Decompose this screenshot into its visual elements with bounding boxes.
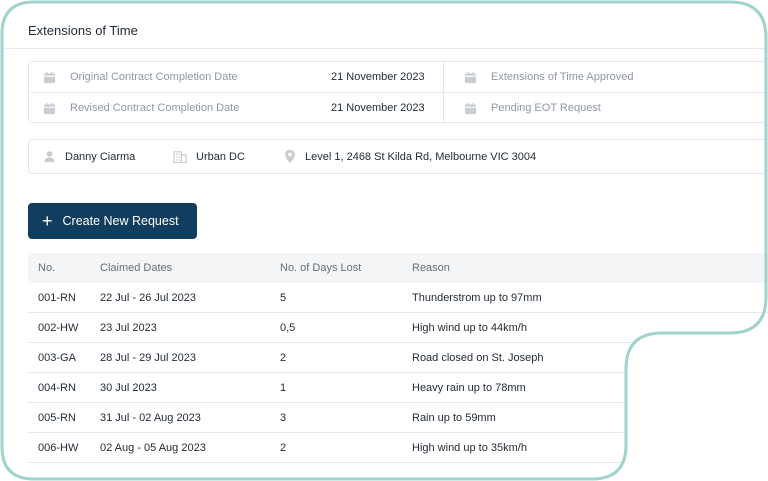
frame-outline xyxy=(0,0,768,481)
screenshot-frame: Extensions of Time Original Contract Com… xyxy=(0,0,768,481)
